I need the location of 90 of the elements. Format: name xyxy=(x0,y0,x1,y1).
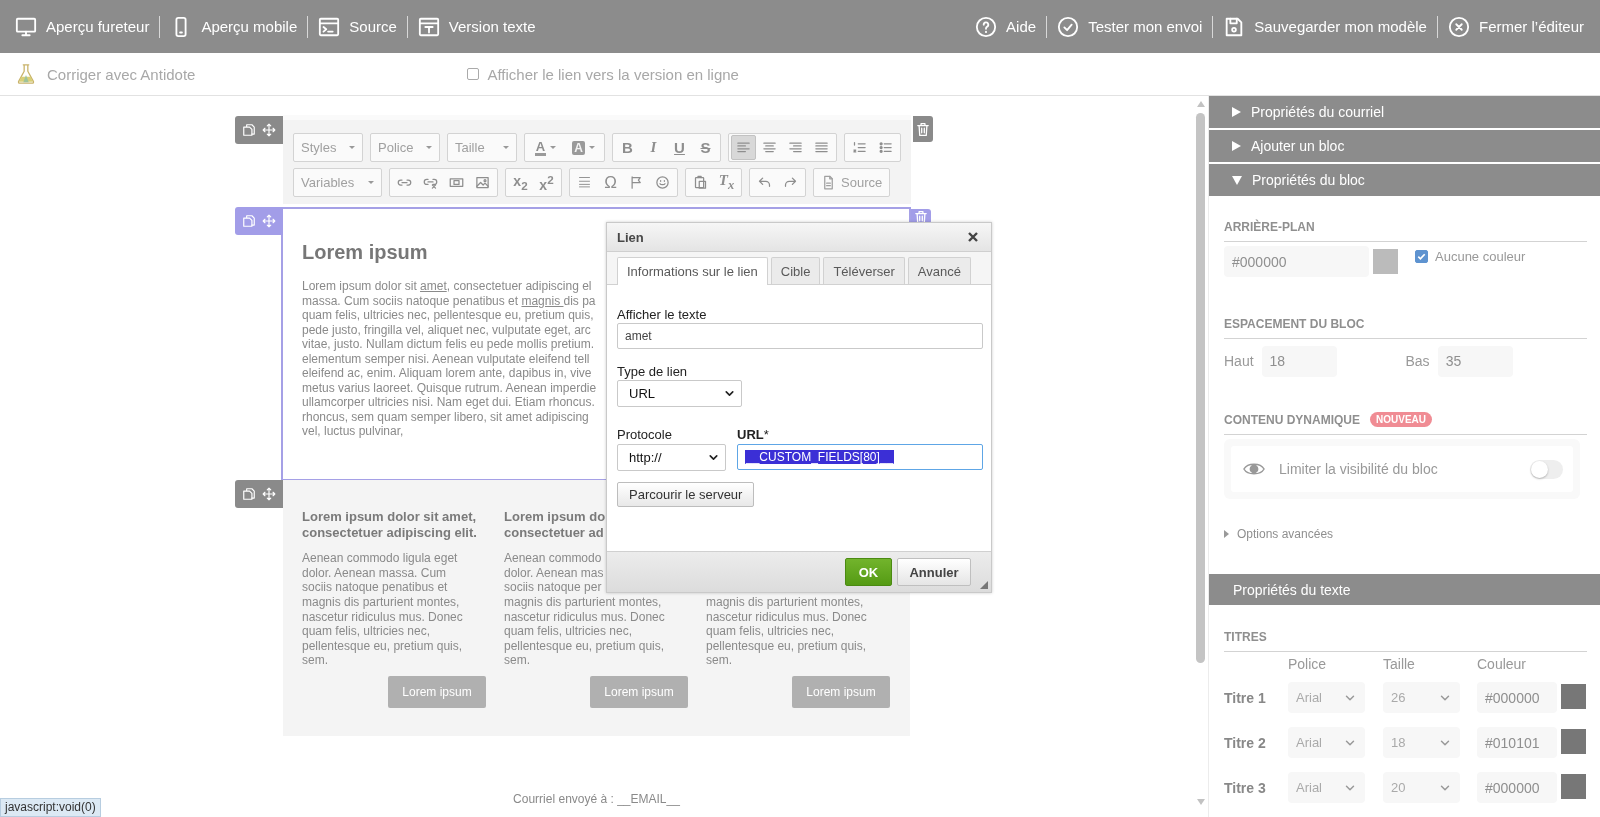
section-title: CONTENU DYNAMIQUE xyxy=(1224,412,1360,427)
toolbar-button[interactable]: Tester mon envoi xyxy=(1057,11,1203,42)
column-header: Taille xyxy=(1383,656,1416,674)
paragraph-text: Aenean commodo dolor. Aenean mas sociis natoque per magnis dis parturient montes, nascetur ridiculus mus. Donec quam felis, ultricies nec, pellentesque eu, pretium quis, sem. xyxy=(504,551,666,668)
heading: Lorem ipsum do consectetuer ad xyxy=(504,509,607,541)
symbol-button[interactable]: Ω xyxy=(598,170,623,195)
bold-button[interactable]: B xyxy=(615,135,640,160)
dropdown[interactable]: Arial xyxy=(1288,682,1365,713)
italic-button[interactable]: I xyxy=(641,135,666,160)
required-mark: * xyxy=(763,427,769,442)
superscript-button[interactable]: x$^{2}$ xyxy=(534,170,559,195)
toolbar-button[interactable]: Aperçu fureteur xyxy=(15,11,150,42)
dropdown[interactable]: Taille xyxy=(447,133,517,162)
tab[interactable]: Avancé xyxy=(907,257,971,284)
content-button[interactable]: Lorem ipsum xyxy=(792,676,890,708)
browse-button[interactable]: Parcourir le serveur xyxy=(617,482,755,507)
checkbox-label[interactable]: Afficher le lien vers la version en ligne xyxy=(487,65,739,83)
dropdown[interactable]: 18 xyxy=(1383,727,1460,758)
strike-button[interactable]: S xyxy=(693,135,718,160)
toolbar-button[interactable]: Source xyxy=(318,11,397,42)
field-label: Haut xyxy=(1224,353,1254,369)
text-link[interactable]: magnis xyxy=(521,293,564,308)
field-label: Protocole xyxy=(617,427,673,442)
input-field[interactable]: amet xyxy=(617,323,983,349)
row-label: Titre 1 xyxy=(1224,689,1267,706)
accordion-header[interactable]: Ajouter un bloc xyxy=(1209,130,1600,162)
accordion-title: Propriétés du bloc xyxy=(1252,172,1365,188)
new-badge: NOUVEAU xyxy=(1370,412,1433,427)
accordion-title: Propriétés du courriel xyxy=(1251,104,1385,120)
content-button[interactable]: Lorem ipsum xyxy=(388,676,486,708)
color-field[interactable]: #000000 xyxy=(1477,682,1557,713)
dropdown[interactable]: Police xyxy=(370,133,440,162)
text-link[interactable]: amet xyxy=(420,279,447,293)
dropdown[interactable]: URL xyxy=(617,380,742,407)
expander-link[interactable]: Options avancées xyxy=(1224,527,1334,541)
subscript-button[interactable]: x$_{2}$ xyxy=(508,170,533,195)
tab[interactable]: Informations sur le lien xyxy=(617,257,768,285)
dialog-title: Lien xyxy=(617,229,644,245)
toolbar-button[interactable]: Fermer l’éditeur xyxy=(1447,11,1584,42)
heading: Lorem ipsum xyxy=(302,241,429,264)
column-header: Couleur xyxy=(1477,656,1528,674)
paragraph-text: magnis dis parturient montes, nascetur ridiculus mus. Donec quam felis, ultricies nec, pellentesque eu, pretium quis, sem. xyxy=(706,595,868,668)
clear-format-button[interactable]: T$_{x}$ xyxy=(714,170,739,195)
input-field[interactable]: 35 xyxy=(1437,345,1513,377)
ok-button[interactable]: OK xyxy=(845,558,892,586)
dropdown[interactable]: Arial xyxy=(1288,727,1365,758)
status-tooltip: javascript:void(0) xyxy=(0,798,101,817)
field-label: Afficher le texte xyxy=(617,307,708,322)
accordion-title: Ajouter un bloc xyxy=(1251,138,1345,154)
color-field[interactable]: #010101 xyxy=(1477,727,1557,758)
toolbar-button[interactable]: Version texte xyxy=(417,11,536,42)
checkbox-label[interactable]: Aucune couleur xyxy=(1435,249,1526,264)
row-label: Titre 3 xyxy=(1224,779,1267,796)
row-label: Titre 2 xyxy=(1224,734,1267,751)
toolbar-button[interactable]: Aperçu mobile xyxy=(170,11,298,42)
text-color-button[interactable]: A xyxy=(527,135,564,160)
underline-button[interactable]: U xyxy=(667,135,692,160)
toolbar-button[interactable]: Aide xyxy=(975,11,1037,42)
toolbar-button[interactable]: Sauvegarder mon modèle xyxy=(1223,11,1427,42)
tab[interactable]: Téléverser xyxy=(823,257,905,284)
accordion-header[interactable]: Propriétés du courriel xyxy=(1209,96,1600,128)
input-field[interactable]: __CUSTOM_FIELDS[80]__ xyxy=(737,444,983,470)
paragraph-text: Aenean commodo ligula eget dolor. Aenean massa. Cum sociis natoque penatibus et magnis dis parturient montes, nascetur ridiculus mus. Donec quam felis, ultricies nec, pellentesque eu, pretium quis, sem. xyxy=(302,551,464,668)
field-label: URL* xyxy=(737,427,770,442)
dropdown[interactable]: 26 xyxy=(1383,682,1460,713)
option-label: Limiter la visibilité du bloc xyxy=(1279,461,1439,477)
input-field[interactable]: 18 xyxy=(1261,345,1337,377)
field-label: Type de lien xyxy=(617,364,689,379)
section-title: ESPACEMENT DU BLOC xyxy=(1224,316,1365,331)
color-field[interactable]: #000000 xyxy=(1224,246,1369,277)
column-header: Police xyxy=(1288,656,1328,674)
bg-color-button[interactable]: A xyxy=(565,135,602,160)
accordion-header[interactable]: Propriétés du bloc xyxy=(1209,164,1600,196)
section-header-title: Propriétés du texte xyxy=(1233,581,1351,598)
content-button[interactable]: Lorem ipsum xyxy=(590,676,688,708)
antidote-button[interactable]: Corriger avec Antidote xyxy=(15,62,196,86)
footer-text: Courriel envoyé à : __EMAIL__ xyxy=(512,792,681,806)
dropdown[interactable]: Arial xyxy=(1288,772,1365,803)
dropdown[interactable]: http:// xyxy=(617,444,726,471)
dropdown[interactable]: 20 xyxy=(1383,772,1460,803)
dropdown[interactable]: Variables xyxy=(293,168,382,197)
source-button[interactable]: Source xyxy=(815,170,889,195)
tab[interactable]: Cible xyxy=(770,257,821,284)
heading: Lorem ipsum dolor sit amet, consectetuer adipiscing elit. xyxy=(302,509,478,541)
section-title: TITRES xyxy=(1224,629,1267,644)
field-label: Bas xyxy=(1405,353,1430,369)
dropdown[interactable]: Styles xyxy=(293,133,363,162)
cancel-button[interactable]: Annuler xyxy=(897,558,971,586)
section-title: ARRIÈRE-PLAN xyxy=(1224,219,1315,234)
color-field[interactable]: #000000 xyxy=(1477,772,1557,803)
